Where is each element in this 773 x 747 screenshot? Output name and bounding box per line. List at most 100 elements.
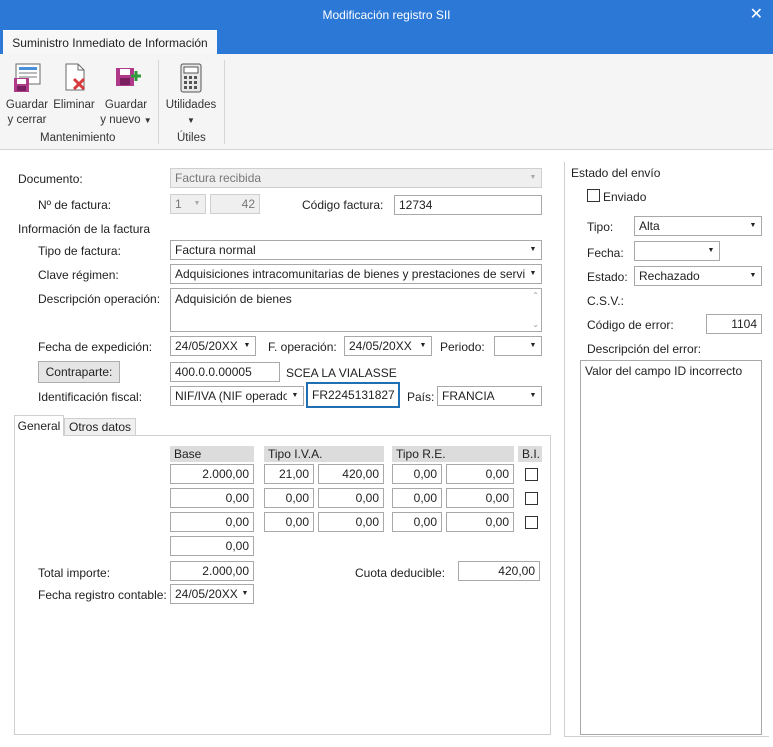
group-maintenance: Mantenimiento <box>40 132 116 144</box>
descripcion-textarea[interactable]: Adquisición de bienes ⌃ ⌄ <box>170 288 542 332</box>
row3-bi-checkbox[interactable] <box>525 516 538 529</box>
fecha-expedicion-label: Fecha de expedición: <box>38 340 153 354</box>
row2-iva-amt[interactable]: 0,00 <box>318 488 384 508</box>
chevron-down-icon: ▼ <box>529 174 537 181</box>
ribbon: Guardar y cerrar Eliminar Guardar y nuev… <box>0 54 773 150</box>
descripcion-error-textarea[interactable]: Valor del campo ID incorrecto <box>580 360 762 735</box>
tipo-factura-select[interactable]: Factura normal ▼ <box>170 240 542 260</box>
header-bi: B.I. <box>518 446 542 462</box>
fecha-operacion-input[interactable]: 24/05/20XX ▼ <box>344 336 432 356</box>
save-close-icon <box>14 63 41 92</box>
codigo-error-label: Código de error: <box>587 318 674 332</box>
save-new-icon <box>116 68 141 86</box>
cuota-deducible-label: Cuota deducible: <box>355 566 446 580</box>
row1-base[interactable]: 2.000,00 <box>170 464 254 484</box>
save-close-button[interactable]: Guardar y cerrar <box>4 56 50 128</box>
delete-label: Eliminar <box>53 99 95 111</box>
cuota-deducible-value[interactable]: 420,00 <box>458 561 540 581</box>
enviado-checkbox[interactable] <box>587 189 600 202</box>
tipo-label: Tipo: <box>587 220 614 234</box>
idfiscal-input[interactable]: FR2245131827 <box>306 382 400 408</box>
fecha-input[interactable]: ▼ <box>634 241 720 261</box>
save-new-button[interactable]: Guardar y nuevo ▼ <box>98 56 154 128</box>
row3-iva-pct[interactable]: 0,00 <box>264 512 314 532</box>
codigo-error-input[interactable]: 1104 <box>706 314 762 334</box>
delete-button[interactable]: Eliminar <box>52 56 96 113</box>
save-new-label-2: y nuevo ▼ <box>100 114 152 126</box>
row1-iva-amt[interactable]: 420,00 <box>318 464 384 484</box>
scroll-down-icon[interactable]: ⌄ <box>532 320 539 329</box>
row3-re-pct[interactable]: 0,00 <box>392 512 442 532</box>
extra-base[interactable]: 0,00 <box>170 536 254 556</box>
documento-label: Documento: <box>18 172 83 186</box>
row3-re-amt[interactable]: 0,00 <box>446 512 514 532</box>
total-importe-label: Total importe: <box>38 566 111 580</box>
row1-re-amt[interactable]: 0,00 <box>446 464 514 484</box>
chevron-down-icon: ▼ <box>241 590 249 597</box>
estado-label: Estado: <box>587 270 628 284</box>
chevron-down-icon: ▼ <box>525 265 541 283</box>
chevron-down-icon: ▼ <box>243 342 251 349</box>
estado-select[interactable]: Rechazado ▼ <box>634 266 762 286</box>
nfactura-label: Nº de factura: <box>38 198 112 212</box>
tab-otros-datos[interactable]: Otros datos <box>64 418 136 436</box>
tab-general[interactable]: General <box>14 415 64 436</box>
calculator-icon <box>180 63 202 93</box>
codigo-factura-label: Código factura: <box>302 198 384 212</box>
fecha-label: Fecha: <box>587 246 624 260</box>
utilities-button[interactable]: Utilidades ▼ <box>162 56 220 128</box>
estado-envio-header: Estado del envío <box>571 166 661 180</box>
contraparte-button[interactable]: Contraparte: <box>38 361 120 383</box>
title-bar: Modificación registro SII ✕ <box>0 0 773 30</box>
row1-re-pct[interactable]: 0,00 <box>392 464 442 484</box>
contraparte-code-input[interactable]: 400.0.0.00005 <box>170 362 280 382</box>
fecha-expedicion-input[interactable]: 24/05/20XX ▼ <box>170 336 256 356</box>
header-tipo-iva: Tipo I.V.A. <box>264 446 384 462</box>
row2-base[interactable]: 0,00 <box>170 488 254 508</box>
close-icon[interactable]: ✕ <box>750 4 763 24</box>
codigo-factura-input[interactable]: 12734 <box>394 195 542 215</box>
periodo-select[interactable]: ▼ <box>494 336 542 356</box>
row2-iva-pct[interactable]: 0,00 <box>264 488 314 508</box>
total-importe-value[interactable]: 2.000,00 <box>170 561 254 581</box>
chevron-down-icon: ▼ <box>187 116 195 125</box>
ribbon-separator <box>224 60 225 144</box>
row2-re-pct[interactable]: 0,00 <box>392 488 442 508</box>
info-factura-header: Información de la factura <box>18 222 151 236</box>
nfactura-number[interactable]: 42 <box>210 194 260 214</box>
row1-iva-pct[interactable]: 21,00 <box>264 464 314 484</box>
chevron-down-icon: ▼ <box>287 387 303 405</box>
fecha-operacion-label: F. operación: <box>268 340 337 354</box>
window-title: Modificación registro SII <box>322 8 451 22</box>
chevron-down-icon: ▼ <box>707 247 715 254</box>
scroll-up-icon[interactable]: ⌃ <box>532 291 539 300</box>
chevron-down-icon: ▼ <box>749 272 757 279</box>
header-tipo-re: Tipo R.E. <box>392 446 514 462</box>
documento-select[interactable]: Factura recibida ▼ <box>170 168 542 188</box>
header-base: Base <box>170 446 254 462</box>
periodo-label: Periodo: <box>440 340 485 354</box>
fecha-registro-input[interactable]: 24/05/20XX ▼ <box>170 584 254 604</box>
idfiscal-type-select[interactable]: NIF/IVA (NIF operador ▼ <box>170 386 304 406</box>
nfactura-serie-select[interactable]: 1 ▼ <box>170 194 206 214</box>
panel-bottom-line <box>564 736 769 737</box>
ribbon-tab-sii[interactable]: Suministro Inmediato de Información <box>3 30 217 54</box>
pais-select[interactable]: FRANCIA ▼ <box>437 386 542 406</box>
enviado-label: Enviado <box>603 190 647 204</box>
chevron-down-icon: ▼ <box>193 200 201 207</box>
descripcion-label: Descripción operación: <box>38 292 161 306</box>
clave-regimen-select[interactable]: Adquisiciones intracomunitarias de biene… <box>170 264 542 284</box>
group-utils: Útiles <box>177 132 206 144</box>
row3-iva-amt[interactable]: 0,00 <box>318 512 384 532</box>
tipo-select[interactable]: Alta ▼ <box>634 216 762 236</box>
pais-label: País: <box>407 390 435 404</box>
row2-re-amt[interactable]: 0,00 <box>446 488 514 508</box>
clave-regimen-label: Clave régimen: <box>38 268 119 282</box>
chevron-down-icon: ▼ <box>529 342 537 349</box>
row2-bi-checkbox[interactable] <box>525 492 538 505</box>
row3-base[interactable]: 0,00 <box>170 512 254 532</box>
row1-bi-checkbox[interactable] <box>525 468 538 481</box>
contraparte-name: SCEA LA VIALASSE <box>286 366 397 380</box>
chevron-down-icon: ▼ <box>143 116 152 125</box>
ribbon-separator <box>158 60 159 144</box>
